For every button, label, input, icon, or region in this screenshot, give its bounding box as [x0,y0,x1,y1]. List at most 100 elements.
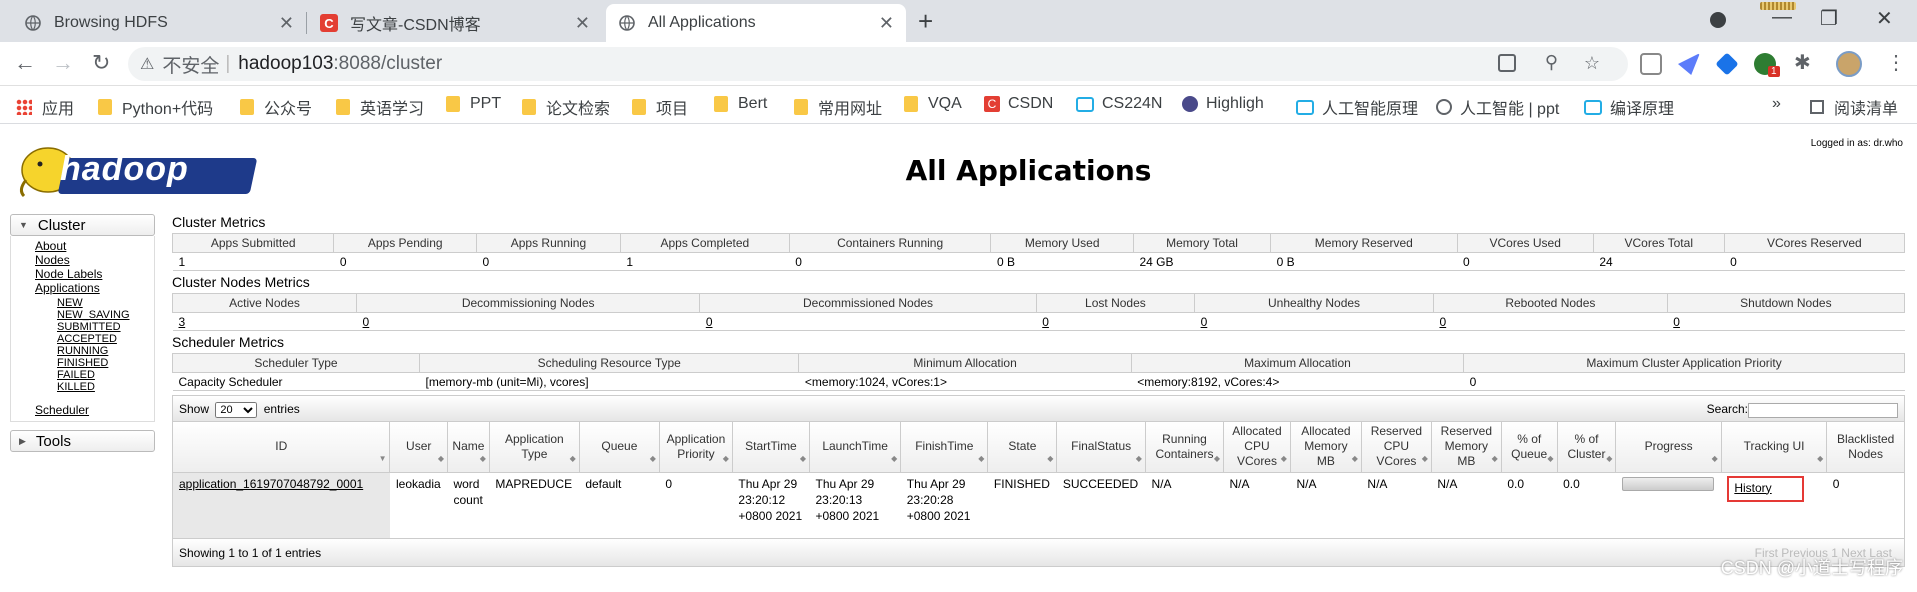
close-window-icon[interactable]: ✕ [1876,6,1893,31]
bookmark-folder[interactable]: 公众号 [240,95,312,119]
bookmark-folder[interactable]: 常用网址 [794,95,882,119]
column-header[interactable]: Allocated Memory MB ◆ [1290,422,1362,473]
sidebar-state-running[interactable]: RUNNING [57,345,154,357]
bookmark-compiler[interactable]: 编译原理 [1584,95,1674,119]
sidebar-state-failed[interactable]: FAILED [57,369,154,381]
translate-icon[interactable] [1498,54,1516,72]
column-header[interactable]: ID ▼ [173,422,391,473]
zoom-icon[interactable]: ⚲ [1545,52,1558,73]
avatar[interactable] [1836,51,1862,77]
sidebar-state-new[interactable]: NEW [57,297,154,309]
back-icon[interactable]: ← [14,50,36,76]
unhealthy-nodes-link[interactable]: 0 [1201,315,1208,329]
tab-browsing-hdfs[interactable]: Browsing HDFS ✕ [12,4,306,42]
shutdown-nodes-link[interactable]: 0 [1673,315,1680,329]
triangle-down-icon: ▼ [19,220,28,230]
sidebar-state-killed[interactable]: KILLED [57,381,154,393]
bookmark-folder[interactable]: 英语学习 [336,95,424,119]
column-header[interactable]: Application Type ◆ [489,422,580,473]
cell-alloc-mem: N/A [1296,476,1317,491]
bookmark-highligh[interactable]: Highligh [1182,95,1264,113]
column-header[interactable]: Allocated CPU VCores ◆ [1223,422,1291,473]
tab-csdn[interactable]: C 写文章-CSDN博客 ✕ [308,4,602,42]
td: 0 B [1270,252,1458,271]
th: Rebooted Nodes [1432,293,1668,313]
sidebar-link-node-labels[interactable]: Node Labels [35,267,154,281]
column-header[interactable]: Progress ◆ [1615,422,1722,473]
application-id-link[interactable]: application_1619707048792_0001 [179,477,363,491]
column-header[interactable]: StartTime ◆ [732,422,810,473]
bookmark-apps[interactable]: 应用 [16,95,74,119]
bookmark-ai-ppt[interactable]: 人工智能 | ppt [1436,95,1559,119]
decommissioning-nodes-link[interactable]: 0 [363,315,370,329]
tab-search-icon[interactable] [1710,12,1726,28]
column-header[interactable]: Reserved Memory MB ◆ [1431,422,1502,473]
new-tab-icon[interactable]: + [918,6,933,37]
sidebar-tools-header[interactable]: ▶ Tools [10,430,155,452]
close-icon[interactable]: ✕ [575,13,590,34]
history-link[interactable]: History [1734,481,1771,495]
table-row: application_1619707048792_0001 leokadia … [173,472,1904,538]
bookmark-folder[interactable]: 项目 [632,95,688,119]
sidebar-link-about[interactable]: About [35,239,154,253]
more-bookmarks-icon[interactable]: » [1772,95,1781,113]
column-header[interactable]: Queue ◆ [579,422,660,473]
column-header[interactable]: Application Priority ◆ [659,422,733,473]
sidebar-state-submitted[interactable]: SUBMITTED [57,321,154,333]
sidebar-state-new-saving[interactable]: NEW_SAVING [57,309,154,321]
forward-icon[interactable]: → [52,50,74,76]
sidebar-link-scheduler[interactable]: Scheduler [35,403,154,417]
sidebar-state-finished[interactable]: FINISHED [57,357,154,369]
tab-all-applications[interactable]: All Applications ✕ [606,4,906,42]
column-header[interactable]: Blacklisted Nodes [1826,422,1904,473]
search-input[interactable] [1748,402,1898,418]
column-header[interactable]: % of Queue ◆ [1501,422,1558,473]
column-header[interactable]: User ◆ [389,422,448,473]
page-icon[interactable] [1640,53,1662,75]
th: VCores Used [1456,233,1594,253]
bookmark-cs224n[interactable]: CS224N [1076,95,1162,113]
bookmark-ai-principles[interactable]: 人工智能原理 [1296,95,1418,119]
rebooted-nodes-link[interactable]: 0 [1439,315,1446,329]
bookmark-folder[interactable]: PPT [446,95,501,113]
bookmark-folder[interactable]: 论文检索 [522,95,610,119]
minimize-icon[interactable]: — [1772,6,1792,29]
sidebar-cluster-header[interactable]: ▼ Cluster [10,214,155,236]
sidebar-link-applications[interactable]: Applications [35,281,154,295]
active-nodes-link[interactable]: 3 [179,315,186,329]
column-header[interactable]: Tracking UI ◆ [1721,422,1828,473]
lost-nodes-link[interactable]: 0 [1042,315,1049,329]
reading-list[interactable]: 阅读清单 [1810,95,1898,119]
column-header[interactable]: Reserved CPU VCores ◆ [1361,422,1432,473]
reload-icon[interactable]: ↻ [92,50,110,76]
bookmark-folder[interactable]: VQA [904,95,962,113]
decommissioned-nodes-link[interactable]: 0 [706,315,713,329]
sidebar-state-accepted[interactable]: ACCEPTED [57,333,154,345]
site-icon [1182,96,1198,112]
column-header[interactable]: FinishTime ◆ [900,422,989,473]
menu-icon[interactable]: ⋮ [1886,50,1906,75]
td: 0 [789,252,991,271]
bookmark-folder[interactable]: Python+代码 [98,95,213,119]
close-icon[interactable]: ✕ [879,13,894,34]
column-header[interactable]: LaunchTime ◆ [809,422,902,473]
bookmark-csdn[interactable]: C CSDN [984,95,1053,113]
column-header[interactable]: % of Cluster ◆ [1557,422,1617,473]
restore-icon[interactable]: ❐ [1820,6,1838,31]
bilibili-icon [1296,99,1314,115]
column-header[interactable]: FinalStatus ◆ [1056,422,1146,473]
column-header[interactable]: Name ◆ [447,422,490,473]
bookmark-star-icon[interactable]: ☆ [1584,53,1600,74]
entries-select[interactable]: 20 [215,402,258,418]
cell-user: leokadia [395,476,441,491]
column-header[interactable]: State ◆ [987,422,1058,473]
column-header[interactable]: Running Containers ◆ [1145,422,1225,473]
address-bar[interactable]: ⚠ 不安全 | hadoop103:8088/cluster ☆ ⚲ [128,47,1628,81]
close-icon[interactable]: ✕ [279,13,294,34]
extension-icon[interactable] [1715,52,1739,76]
bookmark-folder[interactable]: Bert [714,95,767,113]
puzzle-icon[interactable]: ✱ [1794,50,1811,75]
extension-icon[interactable] [1678,53,1700,75]
sidebar: ▼ Cluster About Nodes Node Labels Applica… [10,214,155,452]
sidebar-link-nodes[interactable]: Nodes [35,253,154,267]
